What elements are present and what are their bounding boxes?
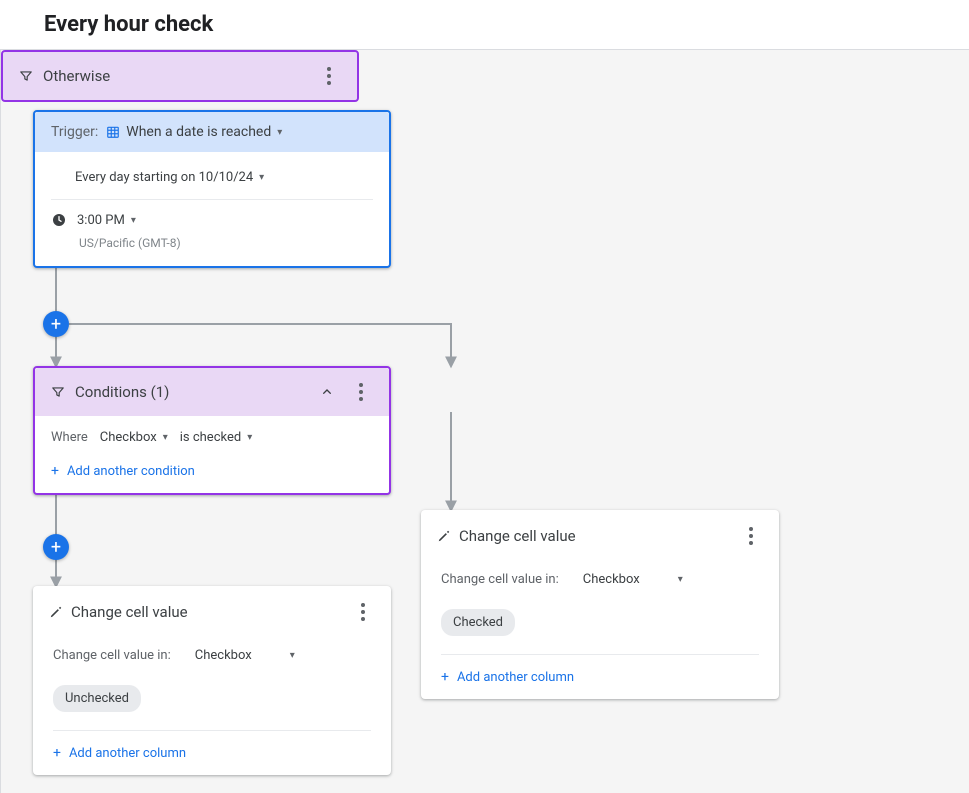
action-header: Change cell value <box>421 510 779 556</box>
condition-operator-dropdown[interactable]: is checked ▾ <box>180 430 252 445</box>
action-field-row: Change cell value in: Checkbox ▾ <box>53 642 371 669</box>
action-menu-button[interactable] <box>739 524 763 548</box>
add-column-button[interactable]: + Add another column <box>441 654 759 685</box>
action-field-label: Change cell value in: <box>441 572 559 587</box>
caret-down-icon: ▾ <box>259 172 264 183</box>
clock-icon <box>51 212 67 228</box>
action-value-chip[interactable]: Checked <box>441 609 515 636</box>
trigger-type-dropdown[interactable]: When a date is reached ▾ <box>106 124 282 140</box>
caret-down-icon: ▾ <box>163 432 168 443</box>
add-column-button[interactable]: + Add another column <box>53 730 371 761</box>
condition-operator-label: is checked <box>180 430 241 445</box>
otherwise-menu-button[interactable] <box>317 64 341 88</box>
action-body: Change cell value in: Checkbox ▾ Uncheck… <box>33 632 391 775</box>
trigger-time-row: 3:00 PM ▾ <box>51 199 373 234</box>
action-body: Change cell value in: Checkbox ▾ Checked… <box>421 556 779 699</box>
action-column-label: Checkbox <box>583 572 640 587</box>
caret-down-icon: ▾ <box>277 127 282 138</box>
condition-field-label: Checkbox <box>100 430 157 445</box>
trigger-node[interactable]: Trigger: When a date is reached ▾ Every … <box>33 110 391 268</box>
pencil-icon <box>437 529 451 543</box>
time-label: 3:00 PM <box>77 213 125 228</box>
recurrence-label: Every day starting on 10/10/24 <box>75 170 253 185</box>
trigger-type-label: When a date is reached <box>126 124 271 140</box>
add-step-button[interactable]: + <box>43 534 69 560</box>
caret-down-icon: ▾ <box>290 650 295 661</box>
where-label: Where <box>51 430 88 445</box>
conditions-title: Conditions (1) <box>75 383 169 401</box>
conditions-menu-button[interactable] <box>349 380 373 404</box>
add-condition-label: Add another condition <box>67 464 195 479</box>
trigger-body: Every day starting on 10/10/24 ▾ 3:00 PM… <box>35 152 389 266</box>
otherwise-header: Otherwise <box>3 52 357 100</box>
caret-down-icon: ▾ <box>131 215 136 226</box>
action-menu-button[interactable] <box>351 600 375 624</box>
calendar-grid-icon <box>106 125 120 139</box>
action-column-dropdown[interactable]: Checkbox ▾ <box>573 566 693 593</box>
trigger-recurrence-row: Every day starting on 10/10/24 ▾ <box>51 164 373 191</box>
time-dropdown[interactable]: 3:00 PM ▾ <box>77 213 136 228</box>
action-field-row: Change cell value in: Checkbox ▾ <box>441 566 759 593</box>
conditions-body: Where Checkbox ▾ is checked ▾ + Add anot… <box>35 416 389 493</box>
plus-icon: + <box>441 669 449 685</box>
filter-icon <box>19 69 33 83</box>
trigger-header: Trigger: When a date is reached ▾ <box>35 112 389 152</box>
add-column-label: Add another column <box>457 670 574 685</box>
add-column-label: Add another column <box>69 746 186 761</box>
action-change-cell-2[interactable]: Change cell value Change cell value in: … <box>421 510 779 699</box>
condition-field-dropdown[interactable]: Checkbox ▾ <box>100 430 168 445</box>
caret-down-icon: ▾ <box>678 574 683 585</box>
collapse-button[interactable] <box>315 380 339 404</box>
plus-icon: + <box>51 463 59 479</box>
pencil-icon <box>49 605 63 619</box>
plus-icon: + <box>53 745 61 761</box>
action-field-label: Change cell value in: <box>53 648 171 663</box>
action-column-label: Checkbox <box>195 648 252 663</box>
recurrence-dropdown[interactable]: Every day starting on 10/10/24 ▾ <box>75 170 264 185</box>
conditions-node[interactable]: Conditions (1) Where Checkbox ▾ is check… <box>33 366 391 495</box>
action-title: Change cell value <box>71 603 188 621</box>
action-value-chip[interactable]: Unchecked <box>53 685 141 712</box>
otherwise-title: Otherwise <box>43 67 110 85</box>
workflow-canvas: Trigger: When a date is reached ▾ Every … <box>0 49 969 793</box>
trigger-prefix: Trigger: <box>51 124 98 140</box>
caret-down-icon: ▾ <box>247 432 252 443</box>
add-step-button[interactable]: + <box>43 311 69 337</box>
action-title: Change cell value <box>459 527 576 545</box>
action-header: Change cell value <box>33 586 391 632</box>
otherwise-node[interactable]: Otherwise <box>1 50 359 102</box>
filter-icon <box>51 385 65 399</box>
page-title: Every hour check <box>0 0 969 49</box>
add-condition-button[interactable]: + Add another condition <box>51 463 373 479</box>
timezone-label: US/Pacific (GMT-8) <box>79 236 373 250</box>
action-column-dropdown[interactable]: Checkbox ▾ <box>185 642 305 669</box>
condition-row: Where Checkbox ▾ is checked ▾ <box>51 430 373 445</box>
conditions-header: Conditions (1) <box>35 368 389 416</box>
action-change-cell-1[interactable]: Change cell value Change cell value in: … <box>33 586 391 775</box>
